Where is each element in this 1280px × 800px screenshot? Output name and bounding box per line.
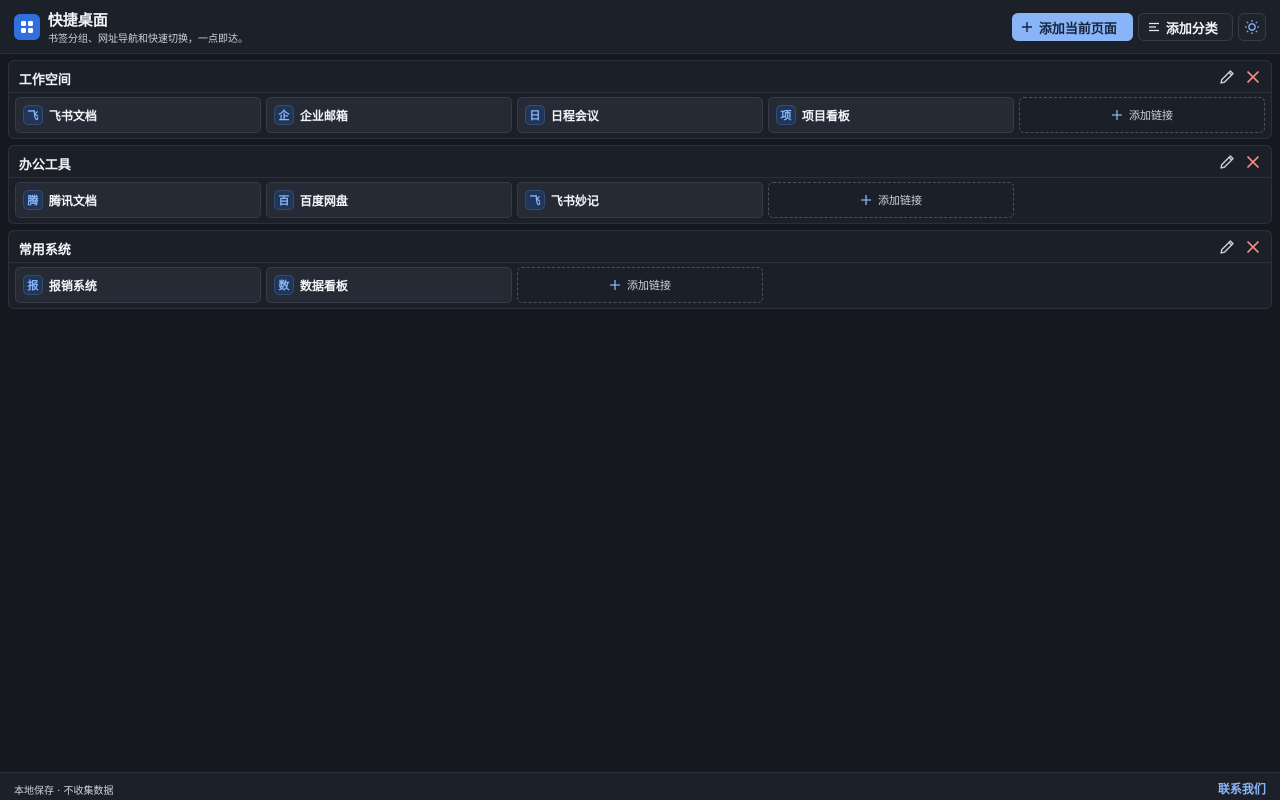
edit-section-button[interactable]	[1217, 237, 1237, 257]
link-card[interactable]: 数数据看板	[266, 267, 512, 303]
category-section: 工作空间飞飞书文档企企业邮箱日日程会议项项目看板 添加链接	[8, 60, 1272, 139]
add-link-button[interactable]: 添加链接	[1019, 97, 1265, 133]
add-link-label: 添加链接	[627, 279, 671, 292]
add-current-page-button[interactable]: 添加当前页面	[1012, 13, 1133, 41]
pencil-icon	[1220, 240, 1234, 254]
link-badge-icon: 日	[525, 105, 545, 125]
section-header: 常用系统	[9, 231, 1271, 263]
link-label: 日程会议	[551, 108, 600, 123]
add-category-label: 添加分类	[1166, 21, 1219, 37]
link-badge-icon: 腾	[23, 190, 43, 210]
category-section: 常用系统报报销系统数数据看板 添加链接	[8, 230, 1272, 309]
add-current-page-label: 添加当前页面	[1039, 21, 1118, 37]
add-link-label: 添加链接	[878, 194, 922, 207]
link-label: 报销系统	[49, 278, 98, 293]
link-label: 企业邮箱	[300, 108, 349, 123]
list-icon	[1149, 22, 1159, 32]
link-label: 项目看板	[802, 108, 851, 123]
plus-icon	[1022, 22, 1032, 32]
add-category-button[interactable]: 添加分类	[1138, 13, 1233, 41]
edit-section-button[interactable]	[1217, 67, 1237, 87]
link-badge-icon: 飞	[525, 190, 545, 210]
section-title: 常用系统	[19, 243, 72, 258]
link-badge-icon: 项	[776, 105, 796, 125]
add-link-button[interactable]: 添加链接	[768, 182, 1014, 218]
section-title: 办公工具	[19, 158, 72, 173]
link-badge-icon: 飞	[23, 105, 43, 125]
delete-section-button[interactable]	[1243, 67, 1263, 87]
category-section: 办公工具腾腾讯文档百百度网盘飞飞书妙记 添加链接	[8, 145, 1272, 224]
app-subtitle: 书签分组、网址导航和快速切换，一点即达。	[48, 34, 248, 45]
link-badge-icon: 报	[23, 275, 43, 295]
section-links: 报报销系统数数据看板 添加链接	[9, 263, 1271, 309]
delete-section-button[interactable]	[1243, 152, 1263, 172]
grid-icon	[14, 14, 40, 40]
edit-section-button[interactable]	[1217, 152, 1237, 172]
theme-toggle-button[interactable]	[1238, 13, 1266, 41]
link-badge-icon: 百	[274, 190, 294, 210]
plus-icon	[610, 280, 620, 290]
link-card[interactable]: 企企业邮箱	[266, 97, 512, 133]
pencil-icon	[1220, 70, 1234, 84]
plus-icon	[861, 195, 871, 205]
plus-icon	[1112, 110, 1122, 120]
link-card[interactable]: 百百度网盘	[266, 182, 512, 218]
sun-icon	[1245, 20, 1259, 34]
link-badge-icon: 企	[274, 105, 294, 125]
app-header: 快捷桌面 书签分组、网址导航和快速切换，一点即达。 添加当前页面 添加分类	[0, 0, 1280, 54]
add-link-button[interactable]: 添加链接	[517, 267, 763, 303]
section-links: 腾腾讯文档百百度网盘飞飞书妙记 添加链接	[9, 178, 1271, 224]
add-link-label: 添加链接	[1129, 109, 1173, 122]
contact-us-link[interactable]: 联系我们	[1218, 780, 1266, 797]
pencil-icon	[1220, 155, 1234, 169]
link-label: 飞书文档	[49, 108, 98, 123]
section-header: 办公工具	[9, 146, 1271, 178]
section-title: 工作空间	[19, 73, 72, 88]
close-icon	[1246, 70, 1260, 84]
link-card[interactable]: 飞飞书文档	[15, 97, 261, 133]
footer-note: 本地保存 · 不收集数据	[14, 786, 114, 797]
close-icon	[1246, 240, 1260, 254]
link-card[interactable]: 飞飞书妙记	[517, 182, 763, 218]
app-title: 快捷桌面	[48, 11, 109, 29]
link-badge-icon: 数	[274, 275, 294, 295]
link-card[interactable]: 报报销系统	[15, 267, 261, 303]
link-label: 飞书妙记	[551, 193, 600, 208]
delete-section-button[interactable]	[1243, 237, 1263, 257]
section-header: 工作空间	[9, 61, 1271, 93]
link-card[interactable]: 项项目看板	[768, 97, 1014, 133]
link-label: 百度网盘	[300, 193, 349, 208]
app-footer: 本地保存 · 不收集数据 联系我们	[0, 772, 1280, 800]
link-card[interactable]: 腾腾讯文档	[15, 182, 261, 218]
section-links: 飞飞书文档企企业邮箱日日程会议项项目看板 添加链接	[9, 93, 1271, 139]
link-label: 腾讯文档	[49, 193, 98, 208]
close-icon	[1246, 155, 1260, 169]
link-label: 数据看板	[300, 278, 349, 293]
link-card[interactable]: 日日程会议	[517, 97, 763, 133]
